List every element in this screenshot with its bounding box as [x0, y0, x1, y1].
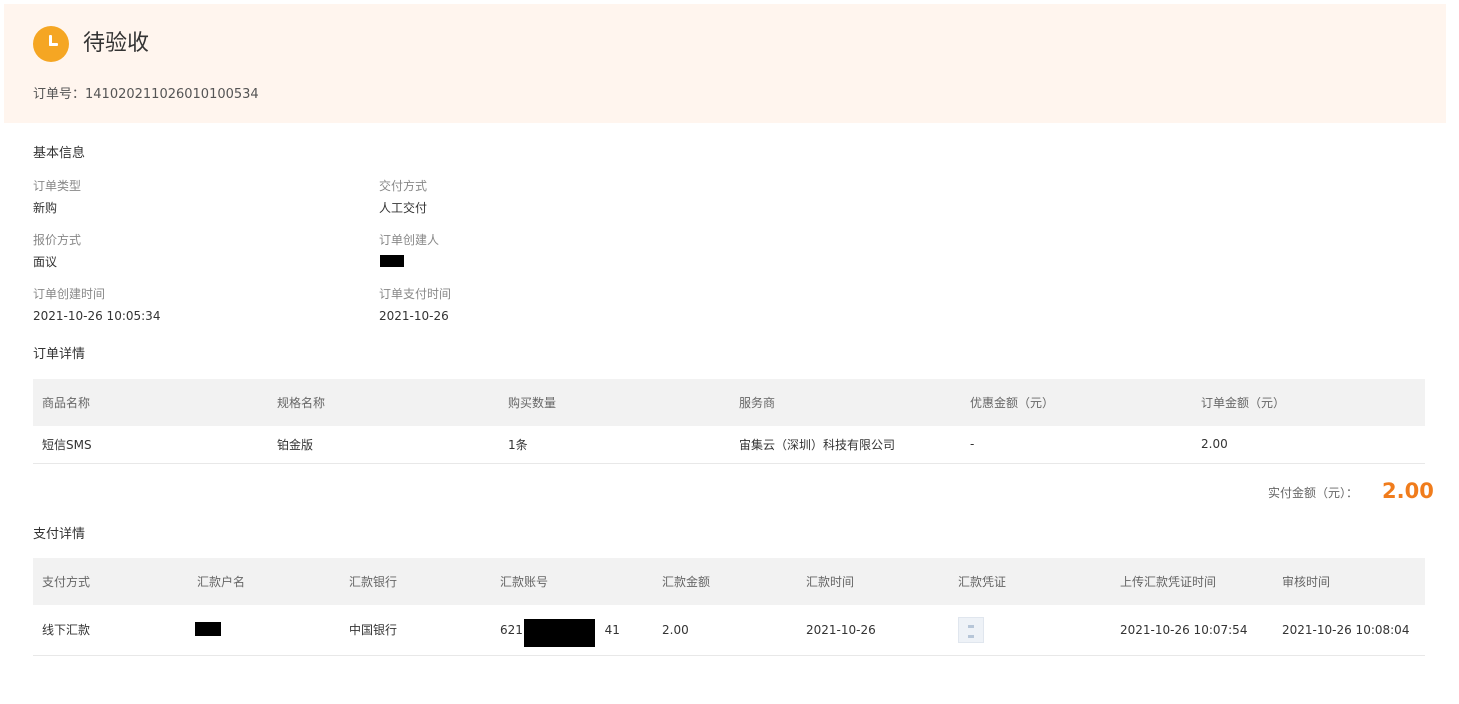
audit-time-cell: 2021-10-26 10:08:04	[1273, 605, 1425, 656]
remit-time-cell: 2021-10-26	[797, 605, 949, 656]
voucher-cell	[949, 605, 1111, 656]
pay-method-cell: 线下汇款	[33, 605, 188, 656]
order-detail-table: 商品名称 规格名称 购买数量 服务商 优惠金额（元） 订单金额（元） 短信SMS…	[33, 379, 1425, 464]
order-detail-title: 订单详情	[33, 347, 86, 362]
table-header-row: 商品名称 规格名称 购买数量 服务商 优惠金额（元） 订单金额（元）	[33, 379, 1425, 426]
quote-method-value: 面议	[33, 255, 58, 269]
paid-amount-value: 2.00	[1382, 479, 1434, 503]
provider-cell: 宙集云（深圳）科技有限公司	[730, 426, 961, 464]
col-provider: 服务商	[739, 396, 776, 410]
created-time-label: 订单创建时间	[33, 287, 106, 301]
col-remit-time: 汇款时间	[806, 575, 855, 589]
remitter-name-redaction	[195, 622, 221, 636]
clock-icon	[33, 26, 69, 62]
delivery-method-label: 交付方式	[379, 179, 428, 193]
col-remit-account: 汇款账号	[500, 575, 549, 589]
paid-amount-label: 实付金额（元）：	[1268, 486, 1359, 500]
col-pay-method: 支付方式	[42, 575, 91, 589]
remit-account-cell: 621 41	[491, 605, 653, 656]
col-remit-bank: 汇款银行	[349, 575, 398, 589]
col-discount: 优惠金额（元）	[970, 396, 1055, 410]
spec-name-cell: 铂金版	[268, 426, 499, 464]
order-creator-redaction	[380, 255, 404, 267]
order-type-label: 订单类型	[33, 179, 82, 193]
voucher-thumbnail[interactable]	[958, 616, 984, 643]
table-row: 短信SMS 铂金版 1条 宙集云（深圳）科技有限公司 - 2.00	[33, 426, 1425, 464]
order-creator-label: 订单创建人	[379, 233, 440, 247]
order-number: 订单号：141020211026010100534	[33, 87, 259, 102]
account-redaction	[524, 619, 595, 647]
col-spec-name: 规格名称	[277, 396, 326, 410]
product-name-cell: 短信SMS	[33, 426, 268, 464]
col-upload-time: 上传汇款凭证时间	[1120, 575, 1217, 589]
account-prefix: 621	[500, 622, 523, 637]
table-header-row: 支付方式 汇款户名 汇款银行 汇款账号 汇款金额 汇款时间 汇款凭证 上传汇款凭…	[33, 558, 1425, 605]
col-remit-amount: 汇款金额	[662, 575, 711, 589]
remit-bank-cell: 中国银行	[340, 605, 491, 656]
discount-cell: -	[961, 426, 1192, 464]
col-remitter-name: 汇款户名	[197, 575, 246, 589]
order-amount-cell: 2.00	[1192, 426, 1425, 464]
col-product-name: 商品名称	[42, 396, 91, 410]
account-suffix: 41	[604, 622, 620, 637]
pay-time-label: 订单支付时间	[379, 287, 452, 301]
status-title: 待验收	[83, 31, 150, 56]
table-row: 线下汇款 中国银行 621 41 2.00 2021-10-26 2021-10…	[33, 605, 1425, 656]
order-type-value: 新购	[33, 201, 58, 215]
quantity-cell: 1条	[499, 426, 730, 464]
remit-amount-cell: 2.00	[653, 605, 797, 656]
pay-time-value: 2021-10-26	[379, 309, 449, 323]
col-voucher: 汇款凭证	[958, 575, 1007, 589]
status-banner: 待验收 订单号：141020211026010100534	[4, 4, 1446, 123]
remitter-name-cell	[188, 605, 340, 656]
col-audit-time: 审核时间	[1282, 575, 1331, 589]
payment-detail-table: 支付方式 汇款户名 汇款银行 汇款账号 汇款金额 汇款时间 汇款凭证 上传汇款凭…	[33, 558, 1425, 656]
payment-detail-title: 支付详情	[33, 527, 86, 542]
col-order-amount: 订单金额（元）	[1201, 396, 1286, 410]
created-time-value: 2021-10-26 10:05:34	[33, 309, 161, 323]
delivery-method-value: 人工交付	[379, 201, 428, 215]
upload-time-cell: 2021-10-26 10:07:54	[1111, 605, 1273, 656]
col-quantity: 购买数量	[508, 396, 557, 410]
quote-method-label: 报价方式	[33, 233, 82, 247]
basic-info-title: 基本信息	[33, 146, 86, 161]
